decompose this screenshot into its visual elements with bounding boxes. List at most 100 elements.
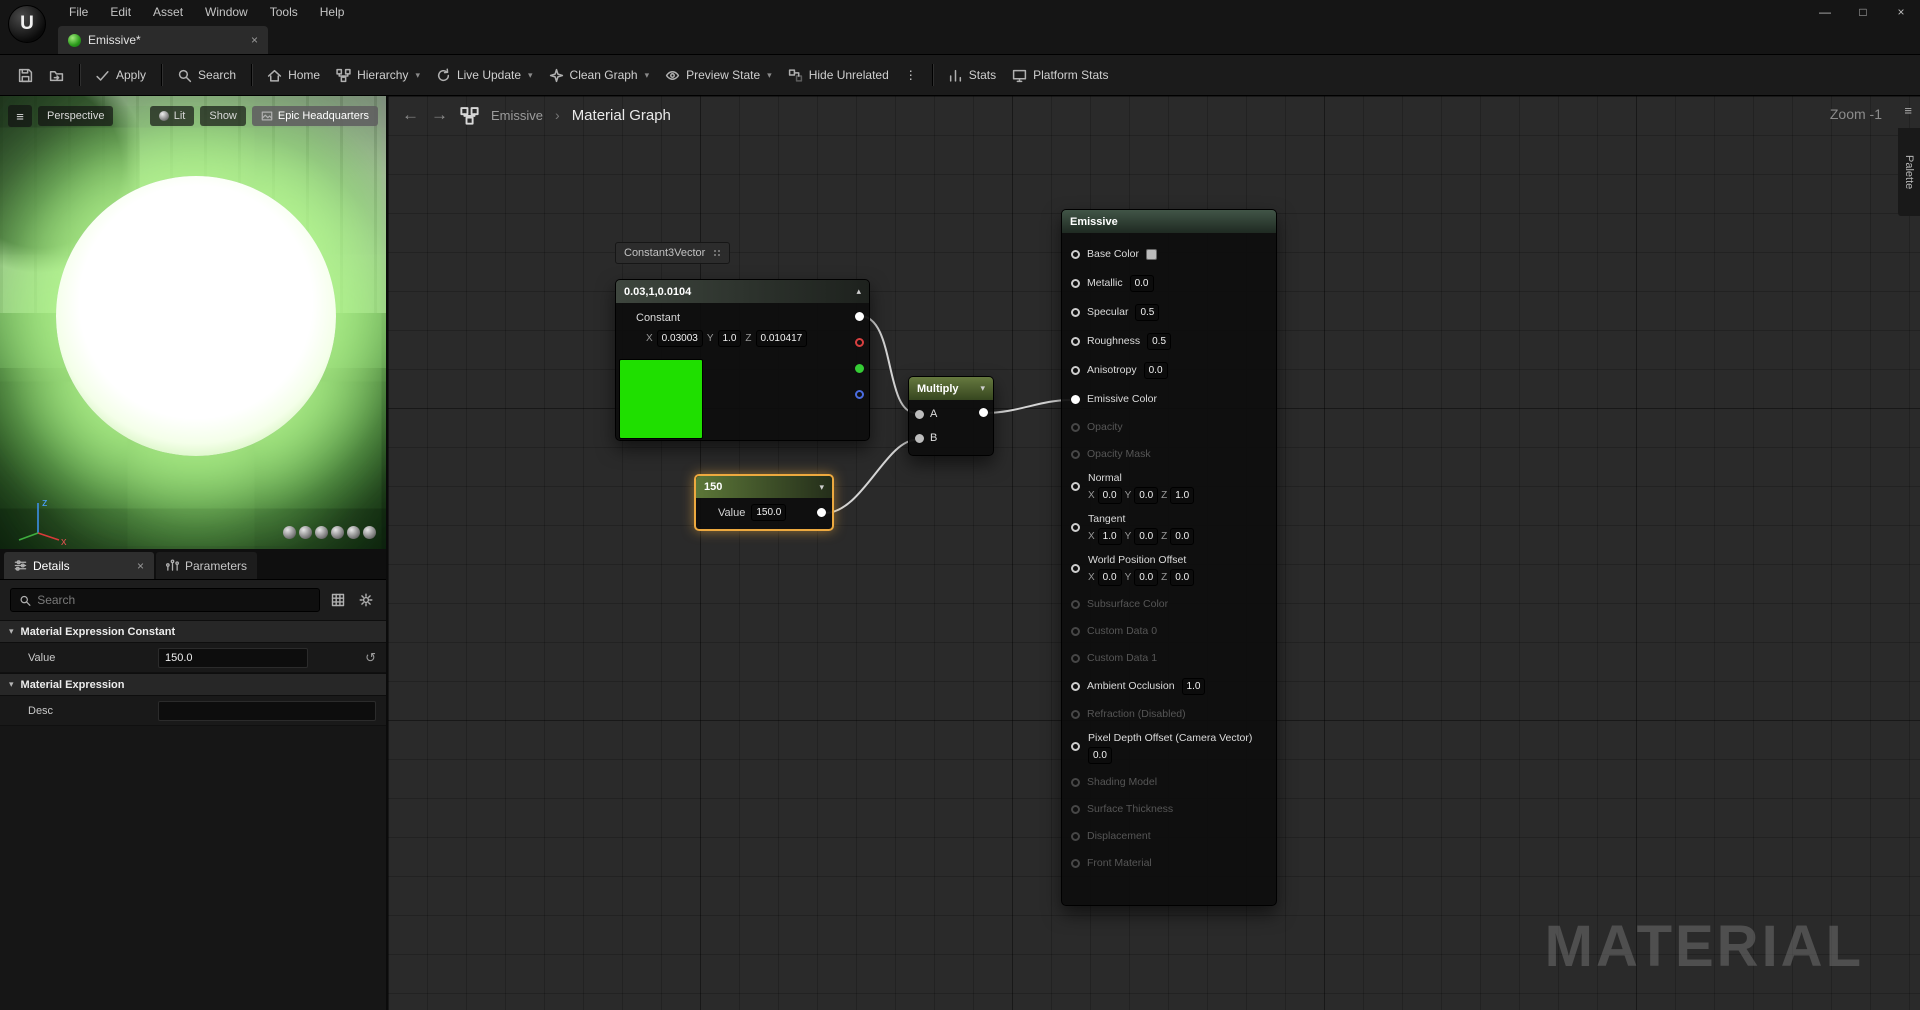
wpo-x[interactable]: 0.0 xyxy=(1097,569,1122,586)
preview-mesh-plane-button[interactable] xyxy=(315,526,328,539)
hierarchy-button[interactable]: Hierarchy ▾ xyxy=(328,62,428,89)
show-button[interactable]: Show xyxy=(200,106,246,126)
pdo-value[interactable]: 0.0 xyxy=(1088,747,1112,764)
tab-emissive[interactable]: Emissive* × xyxy=(58,26,268,54)
menu-asset[interactable]: Asset xyxy=(142,0,194,24)
x-value[interactable]: 0.03003 xyxy=(656,330,703,347)
z-value[interactable]: 0.010417 xyxy=(755,330,808,347)
pin-displacement[interactable]: Displacement xyxy=(1071,827,1268,845)
tangent-z[interactable]: 0.0 xyxy=(1170,528,1195,545)
pin-surface-thickness[interactable]: Surface Thickness xyxy=(1071,800,1268,818)
constant3vector-node-header[interactable]: 0.03,1,0.0104 ▴ xyxy=(616,280,869,303)
output-pin-b[interactable] xyxy=(855,390,864,399)
pin-world-position-offset[interactable]: World Position Offset X 0.0 Y 0.0 Z 0.0 xyxy=(1071,554,1268,586)
pin-opacity-mask[interactable]: Opacity Mask xyxy=(1071,445,1268,463)
preview-viewport[interactable]: ≡ Perspective Lit Show Epic Headquarters xyxy=(0,96,386,549)
pin-value[interactable]: 0.0 xyxy=(1143,361,1168,379)
pin-roughness[interactable]: Roughness 0.5 xyxy=(1071,331,1268,351)
platform-stats-button[interactable]: Platform Stats xyxy=(1004,62,1116,89)
pin-circle[interactable] xyxy=(1071,777,1080,787)
pin-custom-data-0[interactable]: Custom Data 0 xyxy=(1071,622,1268,640)
details-tab-close-icon[interactable]: × xyxy=(137,559,144,573)
pin-circle[interactable] xyxy=(1071,422,1080,432)
pin-normal[interactable]: Normal X 0.0 Y 0.0 Z 1.0 xyxy=(1071,472,1268,504)
clean-graph-button[interactable]: Clean Graph ▾ xyxy=(541,62,658,89)
pin-specular[interactable]: Specular 0.5 xyxy=(1071,302,1268,322)
pin-circle[interactable] xyxy=(1071,564,1080,573)
palette-tab[interactable]: Palette xyxy=(1898,128,1920,216)
constant-150-node-header[interactable]: 150 ▾ xyxy=(696,476,832,498)
output-pin-rgb[interactable] xyxy=(855,312,864,321)
tab-close-icon[interactable]: × xyxy=(251,33,258,47)
browse-button[interactable] xyxy=(41,62,72,89)
input-pin-b[interactable] xyxy=(915,433,924,443)
pin-circle[interactable] xyxy=(1071,831,1080,841)
section-material-expression-constant[interactable]: ▾ Material Expression Constant xyxy=(0,620,386,643)
constant-150-output-pin[interactable] xyxy=(817,508,826,517)
pin-circle[interactable] xyxy=(1071,278,1080,288)
node-comment-bubble[interactable]: Constant3Vector xyxy=(615,242,731,264)
tab-details[interactable]: Details × xyxy=(4,552,154,579)
pin-tangent[interactable]: Tangent X 1.0 Y 0.0 Z 0.0 xyxy=(1071,513,1268,545)
search-button[interactable]: Search xyxy=(169,62,244,89)
preview-mesh-sphere-button[interactable] xyxy=(299,526,312,539)
constant3vector-node[interactable]: 0.03,1,0.0104 ▴ Constant X 0.03003 Y 1.0… xyxy=(615,279,870,441)
preview-mesh-custom-button[interactable] xyxy=(347,526,360,539)
pin-circle[interactable] xyxy=(1071,858,1080,868)
close-icon[interactable]: × xyxy=(1882,0,1920,24)
pin-value[interactable]: 0.0 xyxy=(1129,274,1154,292)
constant-value[interactable]: 150.0 xyxy=(751,504,787,521)
pin-value[interactable]: 1.0 xyxy=(1181,677,1206,695)
preview-state-button[interactable]: Preview State ▾ xyxy=(657,62,780,89)
pin-ambient-occlusion[interactable]: Ambient Occlusion 1.0 xyxy=(1071,676,1268,696)
settings-button[interactable] xyxy=(356,590,376,610)
pin-value[interactable]: 0.5 xyxy=(1147,332,1172,350)
y-value[interactable]: 1.0 xyxy=(717,330,742,347)
pin-shading-model[interactable]: Shading Model xyxy=(1071,773,1268,791)
menu-file[interactable]: File xyxy=(58,0,99,24)
details-search-box[interactable] xyxy=(10,588,320,612)
viewport-menu-button[interactable]: ≡ xyxy=(8,105,32,127)
material-graph-canvas[interactable]: ← → Emissive › Material Graph Zoom -1 ≡ … xyxy=(388,96,1920,1010)
value-input[interactable] xyxy=(158,647,308,668)
output-pin-g[interactable] xyxy=(855,364,864,373)
pin-base-color[interactable]: Base Color xyxy=(1071,244,1268,264)
tangent-x[interactable]: 1.0 xyxy=(1097,528,1122,545)
live-update-button[interactable]: Live Update ▾ xyxy=(428,62,541,89)
output-pin-r[interactable] xyxy=(855,338,864,347)
preview-mesh-cylinder-button[interactable] xyxy=(283,526,296,539)
maximize-icon[interactable]: □ xyxy=(1844,0,1882,24)
more-options-button[interactable]: ⋮ xyxy=(897,62,925,88)
pin-circle[interactable] xyxy=(1071,653,1080,663)
tab-parameters[interactable]: Parameters xyxy=(156,552,258,579)
pin-anisotropy[interactable]: Anisotropy 0.0 xyxy=(1071,360,1268,380)
pin-pixel-depth-offset[interactable]: Pixel Depth Offset (Camera Vector) 0.0 xyxy=(1071,732,1268,764)
constant-color-swatch[interactable] xyxy=(619,359,703,439)
reset-to-default-icon[interactable]: ↺ xyxy=(365,650,376,666)
input-pin-a[interactable] xyxy=(915,409,924,419)
pin-front-material[interactable]: Front Material xyxy=(1071,854,1268,872)
pin-circle[interactable] xyxy=(1071,449,1080,459)
perspective-button[interactable]: Perspective xyxy=(38,106,114,126)
pin-circle[interactable] xyxy=(1071,804,1080,814)
normal-x[interactable]: 0.0 xyxy=(1097,487,1122,504)
pin-circle[interactable] xyxy=(1071,394,1080,404)
multiply-node[interactable]: Multiply ▾ A B xyxy=(908,376,994,456)
lit-button[interactable]: Lit xyxy=(149,106,195,126)
menu-edit[interactable]: Edit xyxy=(99,0,142,24)
breadcrumb-asset[interactable]: Emissive xyxy=(491,108,543,123)
pin-subsurface-color[interactable]: Subsurface Color xyxy=(1071,595,1268,613)
pin-circle[interactable] xyxy=(1071,599,1080,609)
preview-mesh-cube-button[interactable] xyxy=(331,526,344,539)
pin-circle[interactable] xyxy=(1071,482,1080,491)
save-button[interactable] xyxy=(10,62,41,89)
pin-circle[interactable] xyxy=(1071,523,1080,532)
tangent-y[interactable]: 0.0 xyxy=(1134,528,1159,545)
hide-unrelated-button[interactable]: Hide Unrelated xyxy=(780,62,897,89)
normal-z[interactable]: 1.0 xyxy=(1170,487,1195,504)
pin-emissive-color[interactable]: Emissive Color xyxy=(1071,389,1268,409)
pin-metallic[interactable]: Metallic 0.0 xyxy=(1071,273,1268,293)
constant-150-node[interactable]: 150 ▾ Value 150.0 xyxy=(694,474,834,531)
menu-window[interactable]: Window xyxy=(194,0,259,24)
wpo-y[interactable]: 0.0 xyxy=(1134,569,1159,586)
